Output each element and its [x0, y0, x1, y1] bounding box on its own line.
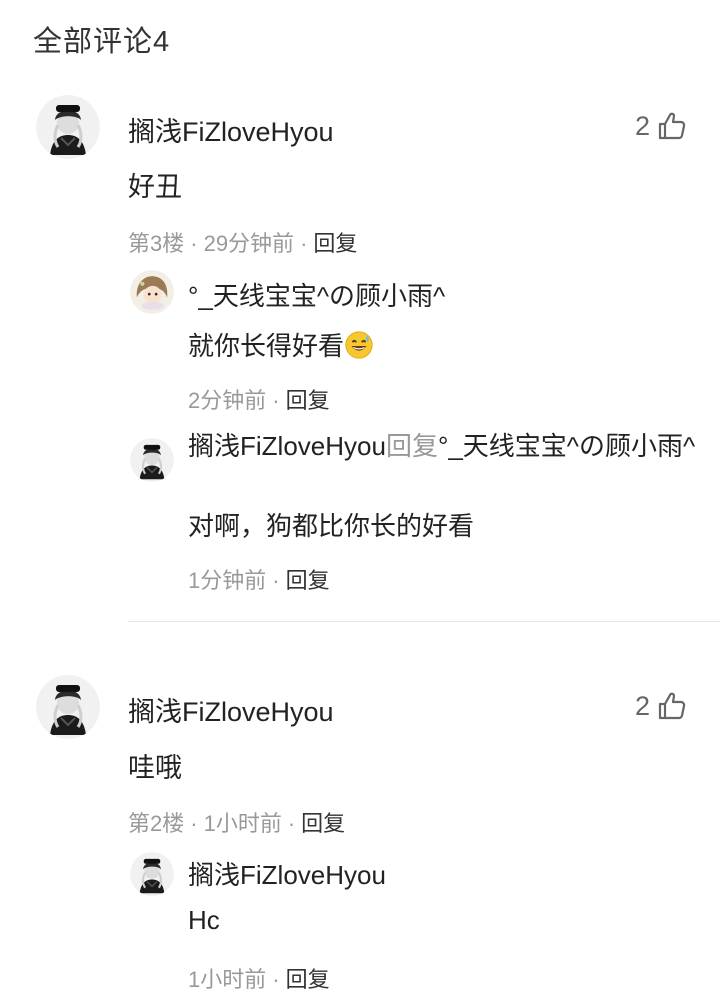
comment-text: 哇哦 — [128, 753, 182, 783]
comment-item: 搁浅FiZloveHyou 2 哇哦 第2楼 · 1小时前 · 回复 搁浅FiZlove… — [0, 0, 720, 993]
reply-button[interactable]: 回复 — [301, 811, 345, 836]
like-button[interactable]: 2 — [635, 690, 688, 722]
reply-button[interactable]: 回复 — [286, 967, 330, 992]
reply-text: Hc — [188, 905, 220, 935]
user-avatar[interactable] — [36, 675, 100, 739]
thumbs-up-icon — [656, 690, 688, 722]
comment-meta: 第2楼 · 1小时前 · 回复 — [128, 806, 345, 838]
reply-username[interactable]: 搁浅FiZloveHyou — [188, 858, 698, 892]
meta-separator: · — [287, 811, 296, 836]
reply-avatar[interactable] — [130, 852, 174, 896]
like-count: 2 — [634, 690, 650, 721]
reply-meta: 1小时前 · 回复 — [188, 962, 330, 993]
comment-time: 1小时前 — [203, 811, 282, 836]
meta-separator: · — [272, 967, 280, 992]
reply-time: 1小时前 — [188, 967, 267, 992]
meta-separator: · — [190, 811, 198, 836]
floor-number: 第2楼 — [128, 811, 185, 836]
comment-username[interactable]: 搁浅FiZloveHyou — [128, 690, 334, 729]
